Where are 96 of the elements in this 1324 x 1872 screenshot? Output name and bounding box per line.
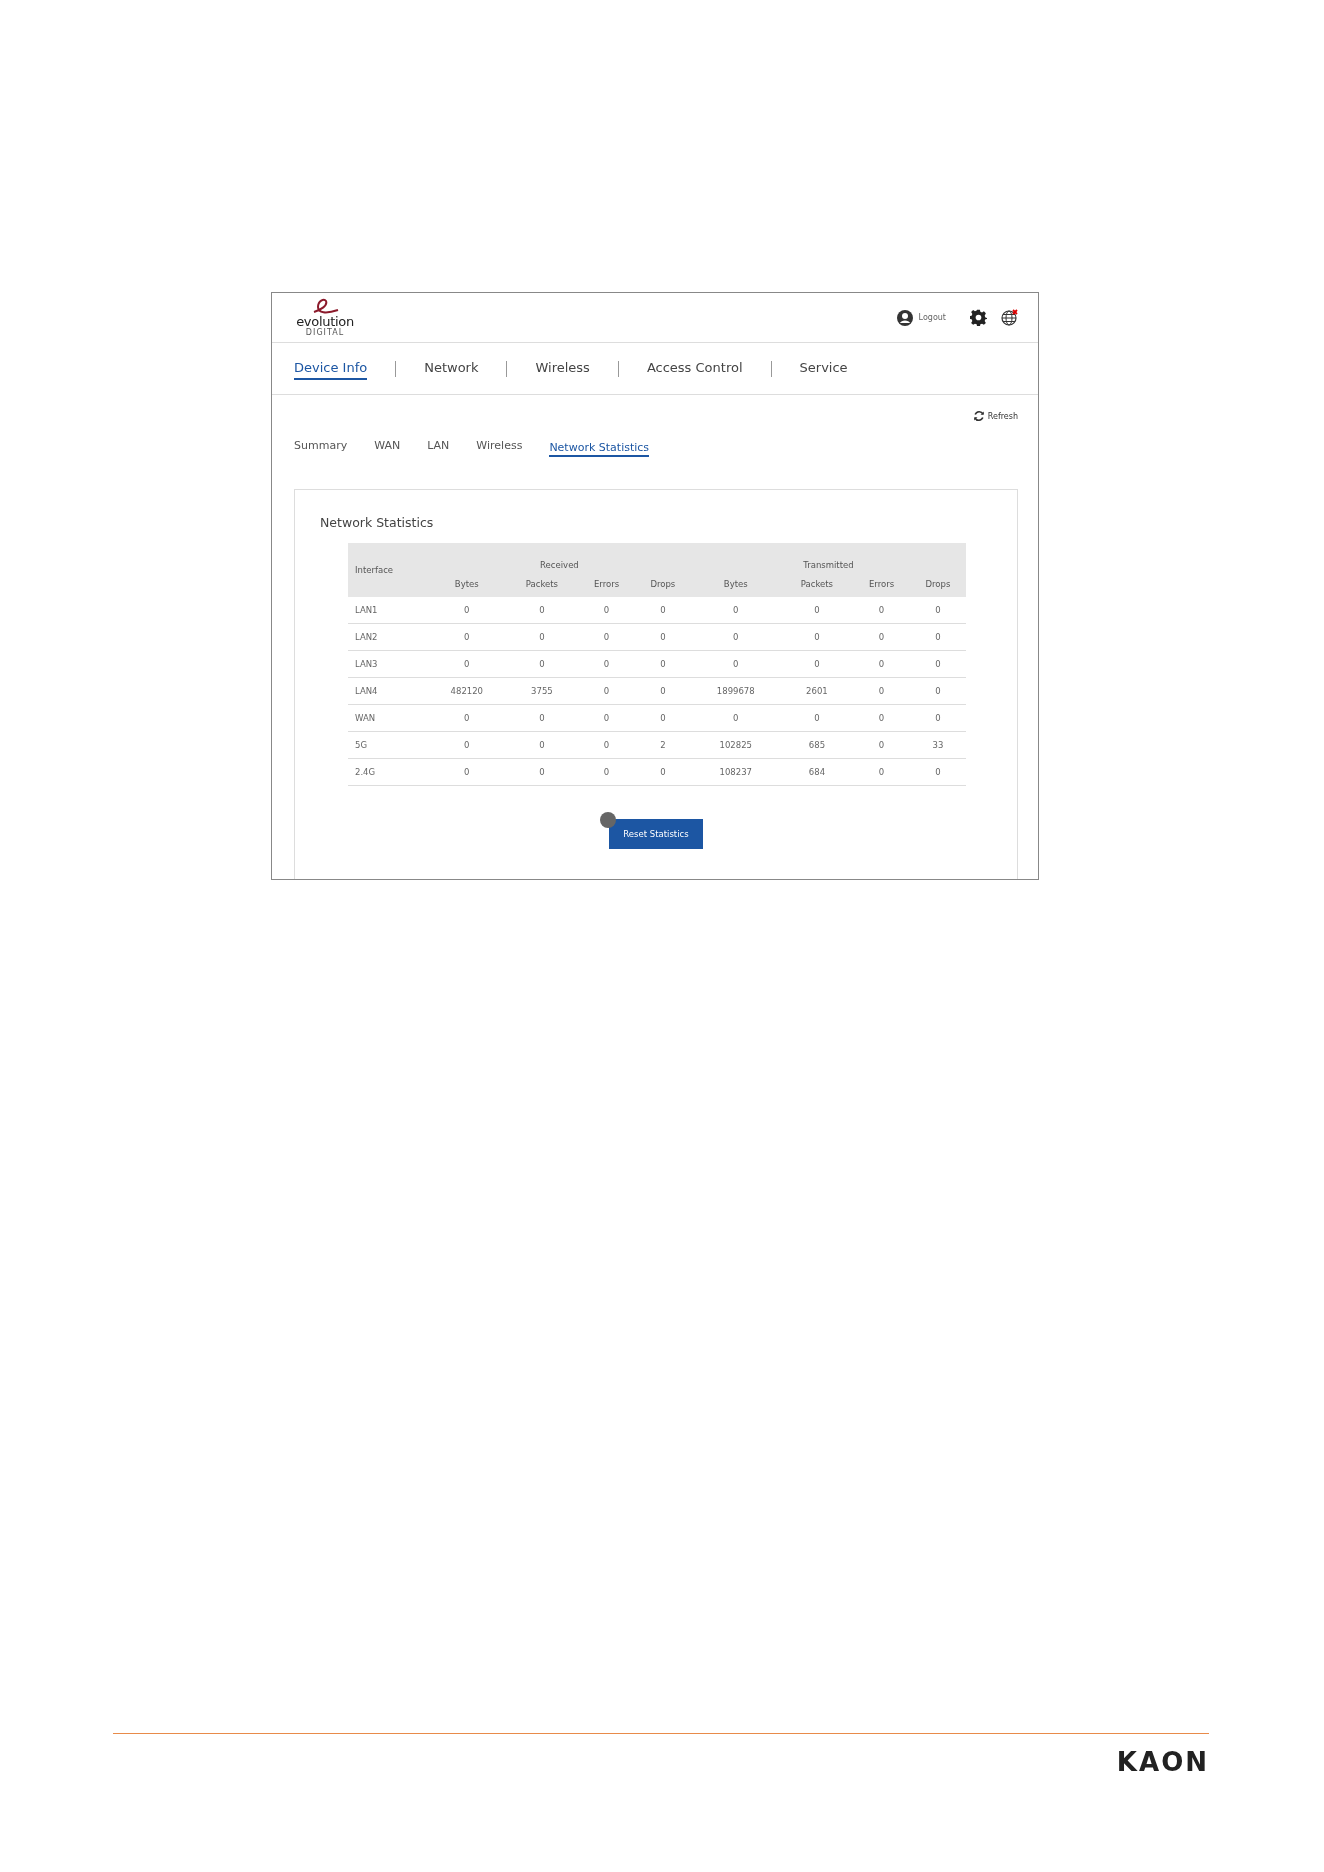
table-cell: 0	[578, 623, 635, 651]
reset-button[interactable]: Reset Statistics	[609, 819, 703, 849]
table-cell: 0	[780, 597, 854, 624]
column-group-header: Transmitted	[690, 543, 966, 571]
logo-subtitle: DIGITAL	[305, 328, 345, 337]
table-cell: LAN1	[348, 597, 428, 624]
table-cell: 0	[909, 677, 966, 705]
table-cell: 0	[634, 650, 691, 678]
table-cell: 33	[909, 731, 966, 759]
table-cell: 0	[505, 731, 579, 759]
table-cell: LAN2	[348, 623, 428, 651]
table-cell: 0	[505, 704, 579, 732]
table-cell: 2601	[780, 677, 854, 705]
nav-tab[interactable]: Access Control	[646, 357, 743, 380]
column-header: Packets	[780, 571, 854, 597]
table-cell: 0	[505, 758, 579, 786]
column-header: Bytes	[690, 571, 781, 597]
sub-tab[interactable]: Network Statistics	[549, 441, 650, 457]
table-cell: 102825	[690, 731, 781, 759]
table-cell: 482120	[428, 677, 506, 705]
table-cell: 0	[780, 650, 854, 678]
table-cell: 0	[634, 623, 691, 651]
table-cell: 0	[853, 623, 910, 651]
logout-link[interactable]: Logout	[918, 313, 946, 322]
table-cell: 0	[909, 597, 966, 624]
table-cell: WAN	[348, 704, 428, 732]
table-cell: 0	[909, 758, 966, 786]
table-cell: 684	[780, 758, 854, 786]
refresh-icon	[972, 410, 985, 422]
table-cell: 1899678	[690, 677, 781, 705]
table-cell: 0	[690, 597, 781, 624]
nav-tab[interactable]: Device Info	[294, 357, 368, 380]
column-group-header: Received	[428, 543, 691, 571]
table-cell: 0	[690, 623, 781, 651]
column-header: Interface	[348, 543, 428, 597]
table-cell: 0	[428, 623, 506, 651]
table-cell: 0	[853, 758, 910, 786]
nav-tab[interactable]: Wireless	[535, 357, 590, 380]
table-cell: 0	[780, 704, 854, 732]
table-cell: 2	[634, 731, 691, 759]
table-cell: 685	[780, 731, 854, 759]
table-cell: 0	[428, 597, 506, 624]
column-header: Bytes	[428, 571, 506, 597]
globe-icon[interactable]	[1001, 309, 1018, 326]
table-cell: 0	[853, 650, 910, 678]
table-cell: 0	[853, 677, 910, 705]
column-header: Errors	[578, 571, 635, 597]
table-cell: 0	[909, 704, 966, 732]
table-cell: 0	[578, 758, 635, 786]
table-cell: 0	[853, 704, 910, 732]
panel-title: Network Statistics	[320, 515, 435, 530]
table-cell: LAN4	[348, 677, 428, 705]
table-cell: 0	[578, 704, 635, 732]
table-cell: 0	[634, 597, 691, 624]
table-cell: 3755	[505, 677, 579, 705]
table-cell: LAN3	[348, 650, 428, 678]
table-cell: 0	[578, 731, 635, 759]
table-cell: 0	[505, 650, 579, 678]
brand-logo: KAON	[1116, 1746, 1209, 1778]
table-cell: 0	[853, 731, 910, 759]
table-cell: 0	[428, 704, 506, 732]
column-header: Errors	[853, 571, 910, 597]
table-cell: 0	[634, 704, 691, 732]
table-cell: 0	[690, 650, 781, 678]
table-cell: 5G	[348, 731, 428, 759]
table-cell: 0	[578, 650, 635, 678]
nav-tab[interactable]: Network	[424, 357, 479, 380]
table-cell: 0	[428, 731, 506, 759]
table-cell: 0	[505, 623, 579, 651]
table-cell: 0	[634, 758, 691, 786]
marker-dot	[600, 812, 617, 828]
table-cell: 2.4G	[348, 758, 428, 786]
table-cell: 0	[780, 623, 854, 651]
column-header: Drops	[909, 571, 966, 597]
table-cell: 0	[909, 650, 966, 678]
sub-tab[interactable]: Wireless	[476, 439, 523, 455]
table-cell: 0	[578, 597, 635, 624]
table-cell: 0	[634, 677, 691, 705]
refresh-button[interactable]: Refresh	[972, 409, 1018, 423]
nav-tab[interactable]: Service	[799, 357, 848, 380]
sub-tab[interactable]: Summary	[294, 439, 348, 455]
table-cell: 0	[909, 623, 966, 651]
user-icon[interactable]	[896, 309, 913, 326]
table-cell: 0	[428, 758, 506, 786]
table-cell: 0	[853, 597, 910, 624]
table-cell: 0	[505, 597, 579, 624]
column-header: Drops	[634, 571, 691, 597]
sub-tab[interactable]: LAN	[427, 439, 450, 455]
table-cell: 0	[578, 677, 635, 705]
logo-wordmark: evolution	[296, 316, 354, 328]
table-cell: 108237	[690, 758, 781, 786]
table-cell: 0	[690, 704, 781, 732]
column-header: Packets	[505, 571, 579, 597]
sub-tab[interactable]: WAN	[374, 439, 401, 455]
table-cell: 0	[428, 650, 506, 678]
settings-icon[interactable]	[970, 309, 987, 326]
